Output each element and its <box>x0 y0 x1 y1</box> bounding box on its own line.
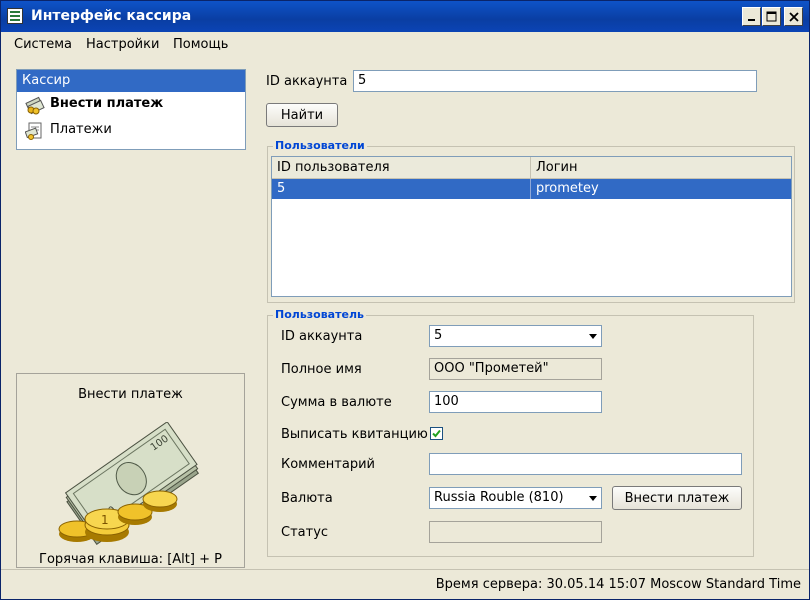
app-icon <box>7 8 23 24</box>
payments-list-icon <box>25 122 42 140</box>
fullname-field: ООО "Прометей" <box>429 358 602 380</box>
chevron-down-icon <box>589 496 597 501</box>
sidebar-item-label: Платежи <box>50 122 112 137</box>
table-row[interactable]: 5 prometey <box>272 179 791 199</box>
hint-title: Внести платеж <box>78 387 183 402</box>
table-header: ID пользователя Логин <box>272 157 791 179</box>
user-group-title: Пользователь <box>273 308 366 321</box>
status-field <box>429 521 602 543</box>
account-id-select-value: 5 <box>434 328 443 343</box>
money-illustration-icon: 100 100 1 <box>58 422 200 546</box>
menu-system[interactable]: Система <box>14 37 72 52</box>
column-login[interactable]: Логин <box>531 157 791 178</box>
chevron-down-icon <box>589 334 597 339</box>
minimize-icon <box>747 18 755 21</box>
amount-label: Сумма в валюте <box>281 395 392 410</box>
fullname-label: Полное имя <box>281 362 362 377</box>
users-table[interactable]: ID пользователя Логин 5 prometey <box>271 156 792 297</box>
cell-login: prometey <box>536 181 599 196</box>
hint-panel: Внести платеж 100 100 1 Горячая клавиша:… <box>16 373 245 568</box>
menu-settings[interactable]: Настройки <box>86 37 159 52</box>
payment-icon <box>25 96 45 115</box>
account-id-select[interactable]: 5 <box>429 325 602 347</box>
status-label: Статус <box>281 525 329 540</box>
close-button[interactable] <box>784 7 803 26</box>
amount-input[interactable]: 100 <box>429 391 602 413</box>
sidebar-item-payments[interactable]: Платежи <box>17 118 245 144</box>
cell-user-id: 5 <box>272 179 531 199</box>
submit-payment-button[interactable]: Внести платеж <box>612 486 742 510</box>
sidebar-item-make-payment[interactable]: Внести платеж <box>17 92 245 118</box>
user-account-id-label: ID аккаунта <box>281 329 363 344</box>
window-title: Интерфейс кассира <box>31 8 192 24</box>
account-id-label: ID аккаунта <box>266 74 348 89</box>
sidebar-nav: Кассир Внести платеж Платежи <box>16 69 246 150</box>
app-window: Интерфейс кассира Система Настройки Помо… <box>0 0 810 600</box>
receipt-checkbox[interactable] <box>430 427 443 440</box>
maximize-icon <box>766 11 777 22</box>
hint-hotkey: Горячая клавиша: [Alt] + P <box>39 552 222 567</box>
svg-text:1: 1 <box>101 513 109 527</box>
title-bar[interactable]: Интерфейс кассира <box>1 1 809 32</box>
find-button[interactable]: Найти <box>266 103 338 127</box>
maximize-button[interactable] <box>762 7 781 26</box>
account-id-input[interactable]: 5 <box>353 70 757 92</box>
currency-select-value: Russia Rouble (810) <box>434 490 564 505</box>
menu-help[interactable]: Помощь <box>173 37 228 52</box>
column-user-id[interactable]: ID пользователя <box>272 157 531 178</box>
comment-input[interactable] <box>429 453 742 475</box>
status-bar: Время сервера: 30.05.14 15:07 Moscow Sta… <box>1 569 809 599</box>
users-group-title: Пользователи <box>273 139 367 152</box>
menu-bar: Система Настройки Помощь <box>1 32 809 58</box>
receipt-label: Выписать квитанцию <box>281 427 428 442</box>
server-time: Время сервера: 30.05.14 15:07 Moscow Sta… <box>435 577 801 592</box>
sidebar-header[interactable]: Кассир <box>17 70 245 92</box>
sidebar-item-label: Внести платеж <box>50 96 164 111</box>
currency-label: Валюта <box>281 491 333 506</box>
comment-label: Комментарий <box>281 457 375 472</box>
minimize-button[interactable] <box>742 7 761 26</box>
checkmark-icon <box>432 429 441 438</box>
currency-select[interactable]: Russia Rouble (810) <box>429 487 602 509</box>
close-icon <box>788 11 799 22</box>
